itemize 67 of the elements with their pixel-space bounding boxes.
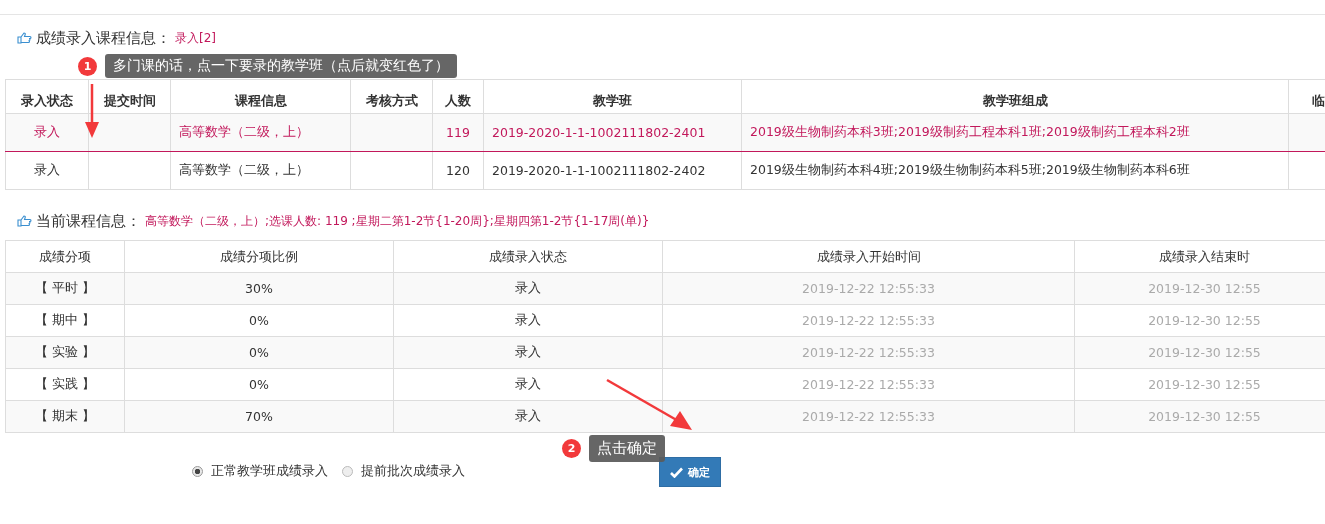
table-cell: 2019-12-30 12:55 — [1148, 409, 1261, 424]
column-header: 提交时间 — [88, 79, 171, 114]
tooltip: 多门课的话，点一下要录的教学班（点后就变红色了） — [105, 54, 457, 78]
column-header: 教学班组成 — [741, 79, 1289, 114]
table-cell: 【 实践 】 — [35, 376, 95, 391]
column-header: 成绩分项 — [5, 240, 125, 273]
column-header: 考核方式 — [350, 79, 433, 114]
table-cell: 2019-12-22 12:55:33 — [802, 377, 935, 392]
table-cell: 2019-12-22 12:55:33 — [802, 313, 935, 328]
column-header: 课程信息 — [170, 79, 351, 114]
column-header: 人数 — [432, 79, 484, 114]
table-cell: 0% — [249, 377, 269, 392]
table-cell: 2019-12-22 12:55:33 — [802, 409, 935, 424]
table-cell: 录入 — [515, 280, 541, 295]
hand-pointer-icon — [17, 32, 32, 44]
table-cell: 2019-12-30 12:55 — [1148, 377, 1261, 392]
table-cell: 录入 — [515, 312, 541, 327]
table-cell: 2019-2020-1-1-1002111802-2402 — [492, 163, 706, 178]
table-cell: 2019级生物制药本科4班;2019级生物制药本科5班;2019级生物制药本科6班 — [750, 162, 1190, 177]
step-badge: 2 — [562, 439, 581, 458]
table-cell: 2019-12-22 12:55:33 — [802, 281, 935, 296]
step-badge: 1 — [78, 56, 97, 76]
section-title: 当前课程信息： — [36, 211, 141, 231]
table-cell: 录入 — [515, 408, 541, 423]
radio-option[interactable]: 正常教学班成绩录入 — [192, 462, 328, 480]
table-cell: 0% — [249, 345, 269, 360]
course-summary: 高等数学（二级，上）;选课人数: 119 ;星期二第1-2节{1-20周};星期四第1-2节{1-17周(单)} — [145, 212, 650, 230]
check-icon — [670, 466, 683, 478]
table-cell: 2019-12-30 12:55 — [1148, 345, 1261, 360]
column-header: 临 — [1288, 79, 1325, 114]
table-cell: 录入 — [515, 344, 541, 359]
status-link[interactable]: 录入[2] — [175, 29, 216, 47]
table-cell: 2019-12-22 12:55:33 — [802, 345, 935, 360]
column-header: 录入状态 — [5, 79, 89, 114]
table-cell: 0% — [249, 313, 269, 328]
table-cell: 2019-12-30 12:55 — [1148, 281, 1261, 296]
table-cell: 【 期中 】 — [35, 312, 95, 327]
table-cell: 高等数学（二级，上） — [179, 162, 309, 177]
section-title: 成绩录入课程信息： — [36, 28, 171, 48]
table-cell: 2019级生物制药本科3班;2019级制药工程本科1班;2019级制药工程本科2班 — [750, 124, 1190, 139]
table-cell: 录入 — [34, 162, 60, 177]
class-row[interactable]: 录入 高等数学（二级，上） 119 2019-2020-1-1-1002111802-2401 2019级生物制药本科3班;2019级制药工程本科1班;2019级制药工程本科2班 — [5, 113, 1325, 152]
column-header: 成绩分项比例 — [124, 240, 394, 273]
radio-button[interactable] — [342, 465, 353, 477]
class-row[interactable]: 录入 高等数学（二级，上） 120 2019-2020-1-1-1002111802-2402 2019级生物制药本科4班;2019级生物制药本科5班;2019级生物制药本科6班 — [5, 151, 1325, 190]
table-cell: 70% — [245, 409, 273, 424]
confirm-button[interactable]: 确定 — [659, 457, 721, 487]
tooltip: 点击确定 — [589, 435, 665, 462]
column-header: 教学班 — [483, 79, 742, 114]
table-cell: 录入 — [515, 376, 541, 391]
radio-option[interactable]: 提前批次成绩录入 — [342, 462, 465, 480]
radio-button[interactable] — [192, 465, 203, 477]
table-cell: 2019-12-30 12:55 — [1148, 313, 1261, 328]
column-header: 成绩录入状态 — [393, 240, 663, 273]
hand-pointer-icon — [17, 215, 32, 227]
arrow — [85, 84, 99, 138]
table-cell: 高等数学（二级，上） — [179, 124, 309, 139]
table-cell: 120 — [446, 163, 470, 178]
table-cell: 【 实验 】 — [35, 344, 95, 359]
table-cell: 2019-2020-1-1-1002111802-2401 — [492, 125, 706, 140]
table-cell: 【 平时 】 — [35, 280, 95, 295]
table-cell: 【 期末 】 — [35, 408, 95, 423]
table-cell: 30% — [245, 281, 273, 296]
column-header: 成绩录入结束时 — [1074, 240, 1325, 273]
table-cell: 录入 — [34, 124, 60, 139]
table-cell: 119 — [446, 125, 470, 140]
column-header: 成绩录入开始时间 — [662, 240, 1075, 273]
